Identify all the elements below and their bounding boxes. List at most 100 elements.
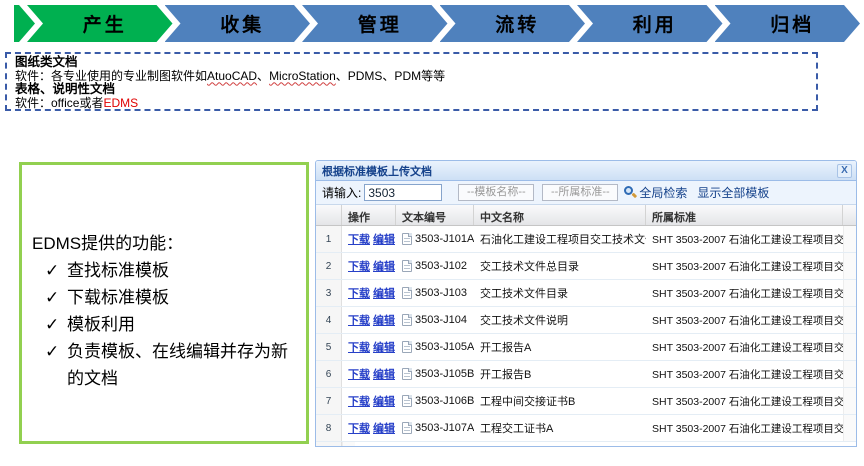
table-row[interactable]: 3下载编辑3503-J103交工技术文件目录SHT 3503-2007 石油化工…	[316, 280, 856, 307]
table-row-partial	[316, 442, 856, 447]
scrollbar-spacer	[843, 415, 856, 441]
table-row[interactable]: 4下载编辑3503-J104交工技术文件说明SHT 3503-2007 石油化工…	[316, 307, 856, 334]
standard-cell: SHT 3503-2007 石油化工建设工程项目交工…	[646, 226, 843, 252]
document-icon	[402, 314, 412, 326]
row-number: 2	[316, 253, 342, 279]
feature-item: ✓ 负责模板、在线编辑并存为新的文档	[32, 338, 298, 392]
download-link[interactable]: 下载	[348, 231, 370, 247]
flow-step-4: 流转	[440, 5, 586, 42]
edms-highlight: EDMS	[103, 96, 138, 110]
standard-cell: SHT 3503-2007 石油化工建设工程项目交工…	[646, 334, 843, 360]
download-link[interactable]: 下载	[348, 393, 370, 409]
scrollbar-spacer	[843, 361, 856, 387]
operation-cell: 下载编辑	[342, 388, 396, 414]
document-icon	[402, 422, 412, 434]
note-heading-tables: 表格、说明性文档	[15, 83, 808, 97]
standard-cell: SHT 3503-2007 石油化工建设工程项目交工…	[646, 415, 843, 441]
upload-dialog: 根据标准模板上传文档 X 请输入: --模板名称-- --所属标准-- 全局检索…	[315, 160, 857, 447]
download-link[interactable]: 下载	[348, 366, 370, 382]
close-icon[interactable]: X	[837, 164, 852, 178]
row-number: 7	[316, 388, 342, 414]
table-row[interactable]: 5下载编辑3503-J105A开工报告ASHT 3503-2007 石油化工建设…	[316, 334, 856, 361]
doc-number-cell: 3503-J104	[396, 307, 474, 333]
row-number: 5	[316, 334, 342, 360]
standard-dropdown[interactable]: --所属标准--	[542, 184, 618, 201]
download-link[interactable]: 下载	[348, 258, 370, 274]
search-input[interactable]	[364, 184, 442, 201]
edit-link[interactable]: 编辑	[373, 366, 395, 382]
check-icon: ✓	[45, 338, 59, 365]
check-icon: ✓	[45, 284, 59, 311]
search-icon	[624, 186, 637, 199]
note-line-drawing-software: 软件：各专业使用的专业制图软件如AtuoCAD、MicroStation、PDM…	[15, 70, 808, 84]
show-all-templates-button[interactable]: 显示全部模板	[697, 184, 769, 201]
chinese-name-cell: 交工技术文件目录	[474, 280, 646, 306]
table-row[interactable]: 6下载编辑3503-J105B开工报告BSHT 3503-2007 石油化工建设…	[316, 361, 856, 388]
note-line-office-software: 软件：office或者EDMS	[15, 97, 808, 111]
row-number: 4	[316, 307, 342, 333]
scrollbar-spacer	[843, 388, 856, 414]
standard-cell: SHT 3503-2007 石油化工建设工程项目交工…	[646, 361, 843, 387]
operation-cell: 下载编辑	[342, 307, 396, 333]
chinese-name-cell: 石油化工建设工程项目交工技术文件封面A	[474, 226, 646, 252]
operation-cell: 下载编辑	[342, 226, 396, 252]
edit-link[interactable]: 编辑	[373, 339, 395, 355]
operation-cell: 下载编辑	[342, 334, 396, 360]
global-search-button[interactable]: 全局检索	[624, 184, 687, 201]
scrollbar-spacer	[843, 253, 856, 279]
features-title: EDMS提供的功能：	[32, 230, 298, 257]
note-heading-drawings: 图纸类文档	[15, 56, 808, 70]
download-link[interactable]: 下载	[348, 285, 370, 301]
scrollbar-spacer	[843, 307, 856, 333]
row-number: 6	[316, 361, 342, 387]
edit-link[interactable]: 编辑	[373, 231, 395, 247]
document-icon	[402, 341, 412, 353]
software-name-microstation: MicroStation	[269, 69, 336, 83]
scrollbar-spacer	[843, 280, 856, 306]
edit-link[interactable]: 编辑	[373, 258, 395, 274]
operation-cell: 下载编辑	[342, 253, 396, 279]
table-row[interactable]: 1下载编辑3503-J101A石油化工建设工程项目交工技术文件封面ASHT 35…	[316, 226, 856, 253]
download-link[interactable]: 下载	[348, 312, 370, 328]
operation-cell: 下载编辑	[342, 280, 396, 306]
header-standard[interactable]: 所属标准	[646, 205, 843, 225]
row-number	[316, 442, 342, 447]
template-name-dropdown[interactable]: --模板名称--	[458, 184, 534, 201]
chinese-name-cell: 交工技术文件说明	[474, 307, 646, 333]
document-types-note: 图纸类文档 软件：各专业使用的专业制图软件如AtuoCAD、MicroStati…	[5, 52, 818, 111]
doc-number-cell: 3503-J102	[396, 253, 474, 279]
edit-link[interactable]: 编辑	[373, 420, 395, 436]
header-chinese-name[interactable]: 中文名称	[474, 205, 646, 225]
document-icon	[402, 233, 412, 245]
edit-link[interactable]: 编辑	[373, 285, 395, 301]
edms-features-box: EDMS提供的功能： ✓ 查找标准模板 ✓ 下载标准模板 ✓ 模板利用 ✓ 负责…	[19, 162, 309, 444]
table-row[interactable]: 8下载编辑3503-J107A工程交工证书ASHT 3503-2007 石油化工…	[316, 415, 856, 442]
document-icon	[402, 368, 412, 380]
download-link[interactable]: 下载	[348, 339, 370, 355]
header-doc-number[interactable]: 文本编号	[396, 205, 474, 225]
download-link[interactable]: 下载	[348, 420, 370, 436]
scrollbar-spacer	[342, 442, 355, 447]
header-operation[interactable]: 操作	[342, 205, 396, 225]
process-flow: 产生收集管理流转利用归档	[14, 5, 860, 42]
flow-step-1: 产生	[27, 5, 173, 42]
edit-link[interactable]: 编辑	[373, 312, 395, 328]
table-row[interactable]: 2下载编辑3503-J102交工技术文件总目录SHT 3503-2007 石油化…	[316, 253, 856, 280]
standard-cell: SHT 3503-2007 石油化工建设工程项目交工…	[646, 280, 843, 306]
flow-step-6: 归档	[715, 5, 861, 42]
chinese-name-cell: 工程中间交接证书B	[474, 388, 646, 414]
dialog-title: 根据标准模板上传文档	[322, 163, 837, 179]
doc-number-cell: 3503-J103	[396, 280, 474, 306]
grid-body: 1下载编辑3503-J101A石油化工建设工程项目交工技术文件封面ASHT 35…	[316, 226, 856, 447]
feature-item: ✓ 查找标准模板	[32, 257, 298, 284]
doc-number-cell: 3503-J105B	[396, 361, 474, 387]
standard-cell: SHT 3503-2007 石油化工建设工程项目交工…	[646, 307, 843, 333]
edit-link[interactable]: 编辑	[373, 393, 395, 409]
scrollbar-spacer	[843, 334, 856, 360]
feature-item: ✓ 模板利用	[32, 311, 298, 338]
check-icon: ✓	[45, 311, 59, 338]
table-row[interactable]: 7下载编辑3503-J106B工程中间交接证书BSHT 3503-2007 石油…	[316, 388, 856, 415]
scrollbar-spacer	[843, 226, 856, 252]
doc-number-cell: 3503-J107A	[396, 415, 474, 441]
header-spacer	[843, 205, 856, 225]
